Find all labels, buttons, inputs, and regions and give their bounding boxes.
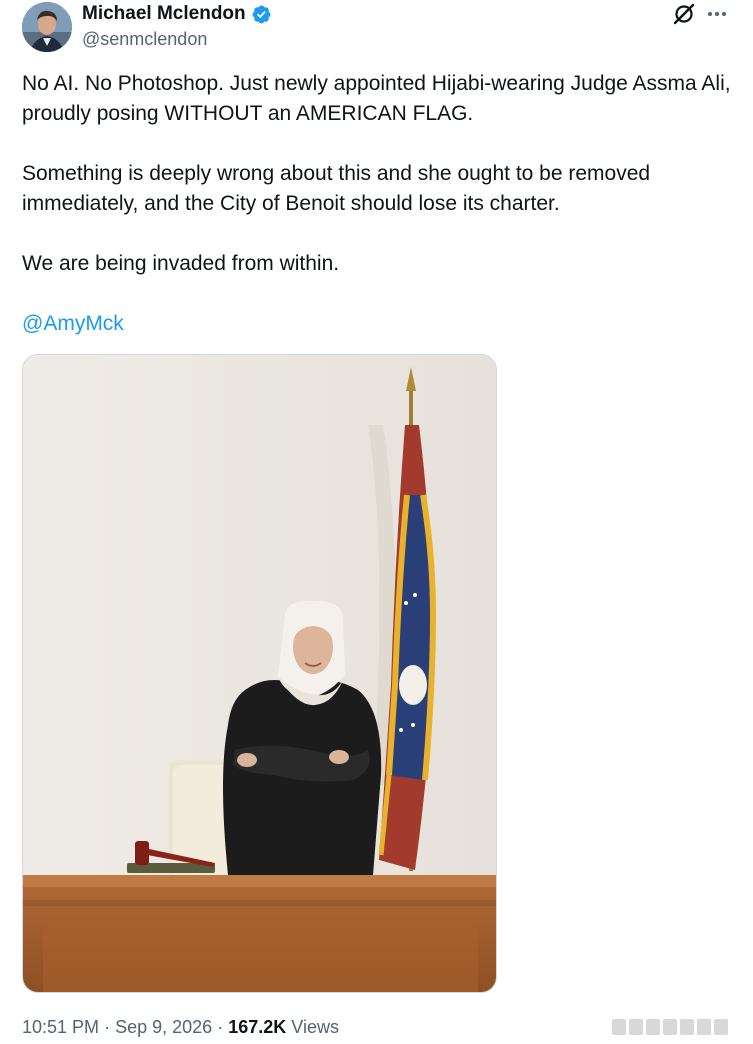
more-icon[interactable] [705, 2, 729, 26]
watermark-block [680, 1019, 694, 1035]
tweet-paragraph: Something is deeply wrong about this and… [22, 162, 651, 215]
watermark-block [646, 1019, 660, 1035]
author-name-row: Michael Mclendon [82, 2, 272, 26]
tweet-paragraph: We are being invaded from within. [22, 252, 340, 275]
author-handle[interactable]: @senmclendon [82, 28, 207, 50]
watermark-block [663, 1019, 677, 1035]
watermark-block [697, 1019, 711, 1035]
tweet-time[interactable]: 10:51 PM [22, 1017, 99, 1037]
watermark-block [612, 1019, 626, 1035]
author-display-name[interactable]: Michael Mclendon [82, 2, 246, 26]
meta-separator: · [217, 1017, 224, 1037]
mention-link[interactable]: @AmyMck [22, 312, 124, 335]
grok-icon[interactable] [672, 2, 696, 26]
views-count: 167.2K [228, 1017, 287, 1037]
avatar[interactable] [22, 2, 72, 52]
watermark [612, 1016, 742, 1038]
tweet-meta: 10:51 PM · Sep 9, 2026 · 167.2K Views [22, 1016, 339, 1038]
meta-separator: · [104, 1017, 111, 1037]
tweet-paragraph: No AI. No Photoshop. Just newly appointe… [22, 72, 731, 125]
tweet-photo[interactable] [22, 354, 497, 993]
verified-badge-icon [252, 5, 271, 23]
watermark-block [629, 1019, 643, 1035]
mention-line: @AmyMck [22, 309, 737, 339]
views-label: Views [291, 1017, 339, 1037]
tweet-text: No AI. No Photoshop. Just newly appointe… [22, 69, 737, 369]
tweet-date[interactable]: Sep 9, 2026 [115, 1017, 212, 1037]
tweet: Michael Mclendon @senmclendon No AI. No … [0, 0, 753, 1044]
watermark-block [714, 1019, 728, 1035]
